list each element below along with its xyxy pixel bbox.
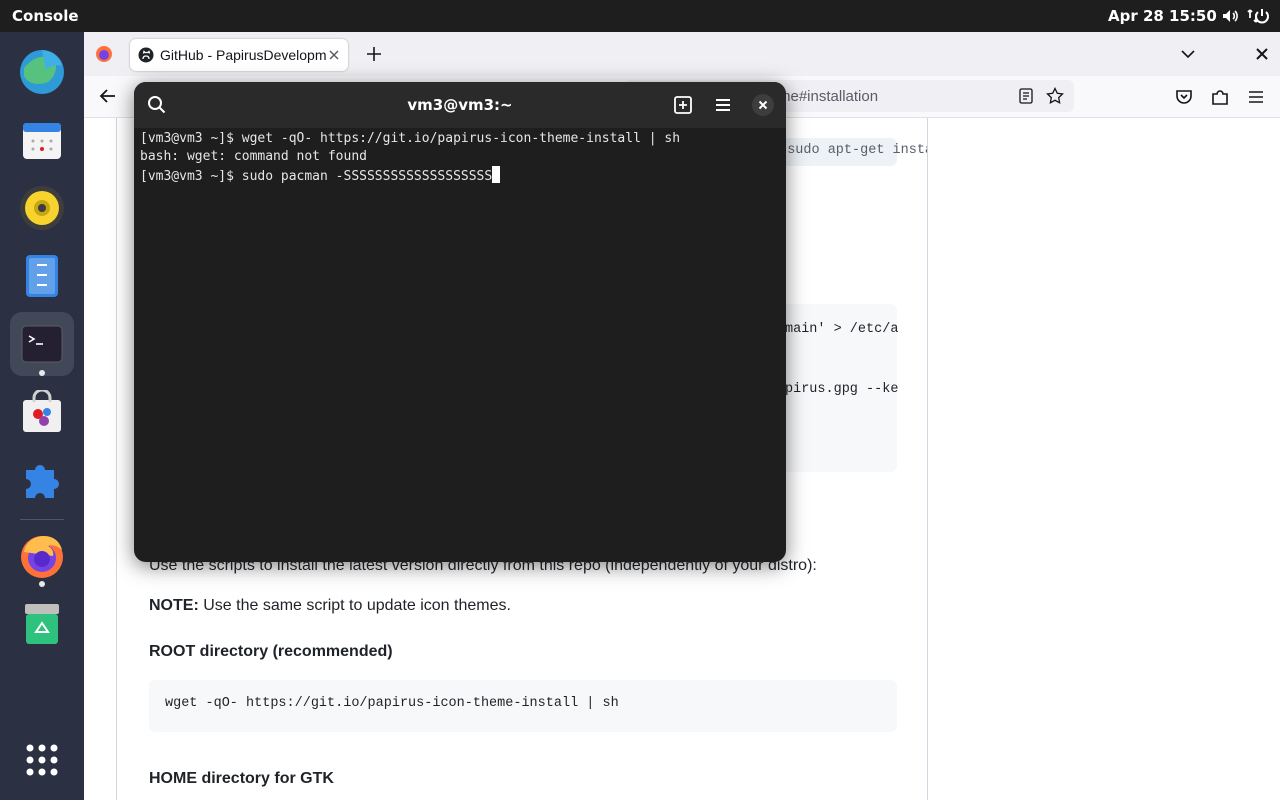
dock-calendar[interactable] — [10, 108, 74, 172]
new-tab-icon[interactable] — [362, 42, 386, 66]
root-command[interactable]: wget -qO- https://git.io/papirus-icon-th… — [165, 696, 619, 711]
note-label: NOTE: — [149, 597, 199, 614]
terminal-prompt-line[interactable]: [vm3@vm3 ~]$ sudo pacman -SSSSSSSSSSSSSS… — [140, 166, 780, 184]
top-bar: Console Apr 28 15:50 — [0, 0, 1280, 32]
chevron-down-icon[interactable] — [1176, 42, 1200, 66]
tab-title: GitHub - PapirusDevelopmentTeam — [160, 47, 326, 63]
close-window-icon[interactable] — [1250, 42, 1274, 66]
tab-github[interactable]: GitHub - PapirusDevelopmentTeam — [130, 39, 348, 71]
terminal-line: bash: wget: command not found — [140, 149, 367, 164]
dock-file-manager[interactable] — [10, 244, 74, 308]
url-text: me#installation — [778, 88, 879, 105]
store-bag-icon — [23, 390, 61, 432]
terminal-line-text: [vm3@vm3 ~]$ sudo pacman -SSSSSSSSSSSSSS… — [140, 169, 493, 184]
firefox-icon — [21, 536, 63, 578]
code-line: pirus.gpg --ke — [785, 382, 899, 397]
running-indicator — [39, 370, 45, 376]
code-block-root: wget -qO- https://git.io/papirus-icon-th… — [149, 680, 897, 732]
dock — [0, 32, 84, 800]
reader-view-icon[interactable] — [1018, 88, 1034, 104]
firefox-view-icon[interactable] — [92, 42, 116, 66]
terminal-window[interactable]: vm3@vm3:~ [vm3@vm3 ~]$ wget -qO- https:/… — [134, 82, 786, 562]
terminal-line: [vm3@vm3 ~]$ wget -qO- https://git.io/pa… — [140, 131, 681, 146]
code-line: main' > /etc/a — [785, 322, 899, 337]
speaker-icon — [20, 186, 64, 230]
dock-browser-globe[interactable] — [10, 40, 74, 104]
dock-trash[interactable] — [10, 592, 74, 656]
calendar-icon — [23, 123, 61, 159]
dock-software-store[interactable] — [10, 380, 74, 444]
app-grid-icon — [26, 744, 58, 776]
tab-bar: GitHub - PapirusDevelopmentTeam — [84, 32, 1280, 76]
back-arrow-icon[interactable] — [96, 84, 120, 108]
pocket-icon[interactable] — [1172, 85, 1196, 109]
note-paragraph: NOTE: Use the same script to update icon… — [149, 597, 511, 615]
globe-icon — [20, 50, 64, 94]
close-tab-icon[interactable] — [328, 49, 340, 61]
dock-extensions[interactable] — [10, 448, 74, 512]
close-icon[interactable] — [751, 93, 775, 117]
note-text: Use the same script to update icon theme… — [198, 597, 511, 614]
trash-icon — [25, 604, 59, 644]
extensions-puzzle-icon[interactable] — [1208, 85, 1232, 109]
dock-firefox[interactable] — [10, 524, 74, 588]
terminal-icon — [21, 325, 63, 363]
home-heading: HOME directory for GTK — [149, 770, 334, 787]
running-indicator — [39, 581, 45, 587]
clock[interactable]: Apr 28 15:50 — [1108, 7, 1217, 25]
volume-icon[interactable] — [1220, 6, 1240, 26]
hamburger-menu-icon[interactable] — [1244, 85, 1268, 109]
dock-music-player[interactable] — [10, 176, 74, 240]
hamburger-menu-icon[interactable] — [711, 93, 735, 117]
github-icon — [138, 47, 154, 63]
code-text: / sudo apt-get install papirus — [771, 143, 927, 158]
dock-app-grid[interactable] — [10, 728, 74, 792]
terminal-output[interactable]: [vm3@vm3 ~]$ wget -qO- https://git.io/pa… — [140, 130, 780, 184]
text-cursor — [492, 166, 501, 183]
files-icon — [26, 255, 58, 297]
new-tab-icon[interactable] — [671, 93, 695, 117]
dock-terminal[interactable] — [10, 312, 74, 376]
terminal-header: vm3@vm3:~ — [134, 82, 786, 128]
puzzle-icon — [26, 465, 59, 498]
dock-separator — [20, 519, 64, 520]
root-heading: ROOT directory (recommended) — [149, 643, 393, 660]
power-icon[interactable] — [1252, 6, 1272, 26]
active-app-name[interactable]: Console — [12, 7, 79, 25]
bookmark-star-icon[interactable] — [1046, 87, 1064, 105]
